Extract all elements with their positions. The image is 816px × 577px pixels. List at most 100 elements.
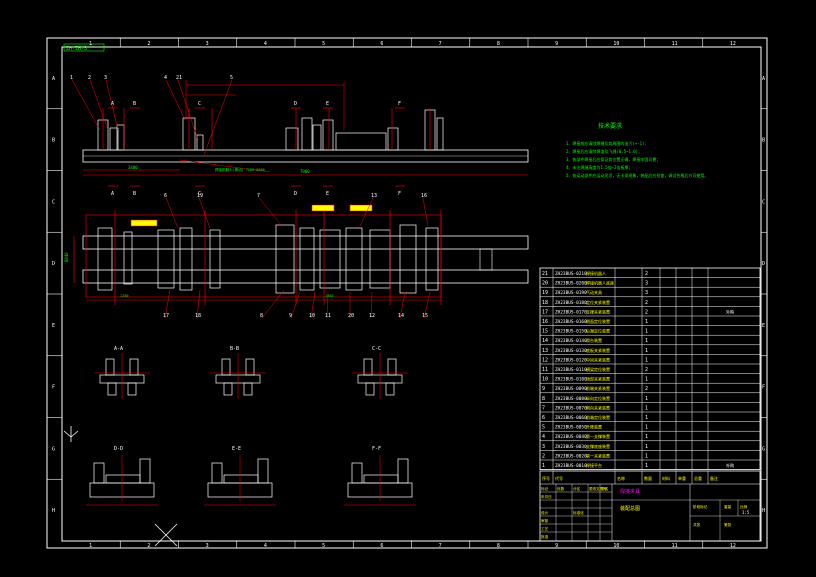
bom-no: 18 bbox=[542, 300, 548, 306]
border-letter-left: B bbox=[52, 138, 55, 144]
bom-row: 19 ZH23BUS-0190 气动夹具 3 bbox=[542, 289, 648, 296]
bom-no: 20 bbox=[542, 281, 548, 287]
section-marker-letter: E bbox=[326, 191, 329, 197]
border-letter-right: C bbox=[762, 199, 765, 205]
bom-name: 后端定位装置 bbox=[586, 328, 610, 334]
bom-code: ZH23BUS-0160 bbox=[555, 319, 587, 325]
border-letter-right: D bbox=[762, 261, 765, 267]
bom-code: ZH23BUS-0190 bbox=[555, 290, 587, 296]
bom-code: ZH23BUS-0120 bbox=[555, 357, 587, 363]
section-view-title: F-F bbox=[372, 446, 381, 452]
title-block: 序号 代号 名称 数量 材料 单重 总重 备注标记 处数 分区 更改文件号签名年月日设计审核工艺批准… bbox=[539, 470, 761, 542]
border-number-bottom: 8 bbox=[497, 543, 500, 549]
bom-row: 5 ZH23BUS-0050 升降装置 1 bbox=[542, 424, 648, 431]
section-view-title: B-B bbox=[230, 346, 239, 352]
border-letter-left: H bbox=[52, 508, 55, 514]
part-balloon-number: 8 bbox=[260, 313, 263, 319]
bom-name: 底板夹紧装置 bbox=[586, 347, 610, 353]
border-letter-left: F bbox=[52, 385, 55, 391]
title-block-label: 标准化 bbox=[573, 510, 584, 515]
bom-header-cell: 总重 bbox=[694, 475, 702, 481]
plan-view: 8840 1200 1050 bbox=[64, 204, 529, 305]
bom-qty: 3 bbox=[645, 281, 648, 287]
bom-row: 9 ZH23BUS-0090 前端夹紧装置 2 bbox=[542, 385, 648, 392]
drawing-main-title: 焊接夹具 bbox=[620, 488, 640, 495]
part-balloon-number: 14 bbox=[398, 313, 404, 319]
bom-row: 13 ZH23BUS-0130 底板夹紧装置 1 bbox=[542, 347, 648, 354]
section-marker-letter: A bbox=[111, 101, 114, 107]
border-number-top: 2 bbox=[147, 41, 150, 47]
drawing-scale: 1:5 bbox=[742, 510, 750, 515]
cad-drawing-canvas: 112233445566778899101011111212A AB BC CD DE E… bbox=[46, 37, 768, 549]
section-marker-letter: E bbox=[326, 101, 329, 107]
section-marker-letter: B bbox=[133, 191, 136, 197]
part-balloon-number: 11 bbox=[325, 313, 331, 319]
bom-no: 10 bbox=[542, 377, 548, 383]
bom-row: 1 ZH23BUS-0010 焊接平台 1 外购 bbox=[542, 462, 734, 469]
section-view: F-F bbox=[344, 446, 416, 506]
section-marker-letter: B bbox=[133, 101, 136, 107]
bom-header-cell: 序号 bbox=[542, 475, 550, 481]
svg-text:8840: 8840 bbox=[64, 252, 69, 262]
border-number-bottom: 12 bbox=[730, 543, 736, 549]
border-number-bottom: 1 bbox=[89, 543, 92, 549]
inner-frame bbox=[61, 46, 762, 542]
title-block-label: 共张 bbox=[693, 522, 701, 527]
bom-name: 横梁定位装置 bbox=[586, 366, 610, 372]
bom-no: 11 bbox=[542, 367, 548, 373]
bom-row: 6 ZH23BUS-0060 前端定位装置 1 bbox=[542, 414, 648, 421]
part-balloon-number: 21 bbox=[176, 75, 182, 81]
section-view: B-B bbox=[210, 346, 266, 399]
border-number-top: 11 bbox=[672, 41, 678, 47]
section-marker-letter: F bbox=[398, 101, 401, 107]
border-letter-right: E bbox=[762, 323, 765, 329]
bom-row: 11 ZH23BUS-0110 横梁定位装置 2 bbox=[542, 366, 648, 373]
border-number-bottom: 6 bbox=[380, 543, 383, 549]
section-marker-letter: A bbox=[111, 191, 114, 197]
bom-table: 21 ZH23BUS-0210 焊接机器人 220 ZH23BUS-0200 焊接机器人底… bbox=[539, 267, 761, 471]
svg-text:1200: 1200 bbox=[120, 294, 128, 298]
title-block-label: 年月日 bbox=[541, 494, 552, 499]
part-balloon-number: 18 bbox=[195, 313, 201, 319]
border-number-top: 10 bbox=[613, 41, 619, 47]
bom-qty: 1 bbox=[645, 434, 648, 440]
tech-note-line: 3、各部件焊接后应保证其位置正确，焊接牢固可靠； bbox=[566, 156, 660, 162]
bom-code: ZH23BUS-0180 bbox=[555, 300, 587, 306]
front-view-part-balloons: 1 2 3 4 21 5 bbox=[70, 75, 233, 156]
border-number-top: 6 bbox=[380, 41, 383, 47]
tech-notes-title: 技术要求 bbox=[598, 122, 622, 130]
section-view-title: D-D bbox=[114, 446, 123, 452]
bom-header-cell: 名称 bbox=[617, 475, 625, 481]
bom-no: 21 bbox=[542, 271, 548, 277]
part-balloon-number: 2 bbox=[88, 75, 91, 81]
bom-name: 前端定位装置 bbox=[586, 414, 610, 420]
bom-qty: 1 bbox=[645, 444, 648, 450]
bom-no: 12 bbox=[542, 357, 548, 363]
bom-no: 6 bbox=[542, 415, 545, 421]
bom-header-cell: 数量 bbox=[644, 475, 652, 481]
border-number-bottom: 5 bbox=[322, 543, 325, 549]
bom-no: 14 bbox=[542, 338, 548, 344]
bom-name: 气动夹具 bbox=[586, 289, 602, 295]
title-block-label: 处数 bbox=[557, 486, 565, 491]
bom-no: 7 bbox=[542, 405, 545, 411]
bom-qty: 1 bbox=[645, 329, 648, 335]
bom-row: 3 ZH23BUS-0030 支撑底座装置 1 bbox=[542, 443, 648, 450]
bom-qty: 1 bbox=[645, 319, 648, 325]
bom-code: ZH23BUS-0130 bbox=[555, 348, 587, 354]
bom-qty: 1 bbox=[645, 338, 648, 344]
border-letter-left: A bbox=[52, 76, 55, 82]
bom-row: 20 ZH23BUS-0200 焊接机器人底座 3 bbox=[542, 280, 648, 287]
section-marker-letter: F bbox=[398, 191, 401, 197]
tech-note-line: 1、焊接前应清除焊缝及其周围的油污(+-1)； bbox=[566, 140, 648, 146]
svg-text:7900: 7900 bbox=[300, 169, 310, 174]
crosshair-cursor bbox=[154, 523, 178, 547]
bom-name: 第一夹紧装置 bbox=[586, 452, 610, 458]
border-number-top: 12 bbox=[730, 41, 736, 47]
bom-name: 前端夹紧装置 bbox=[586, 385, 610, 391]
border-letter-left: G bbox=[52, 446, 55, 452]
border-number-top: 3 bbox=[206, 41, 209, 47]
border-letter-right: G bbox=[762, 446, 765, 452]
bom-no: 3 bbox=[542, 444, 545, 450]
bom-no: 8 bbox=[542, 396, 545, 402]
